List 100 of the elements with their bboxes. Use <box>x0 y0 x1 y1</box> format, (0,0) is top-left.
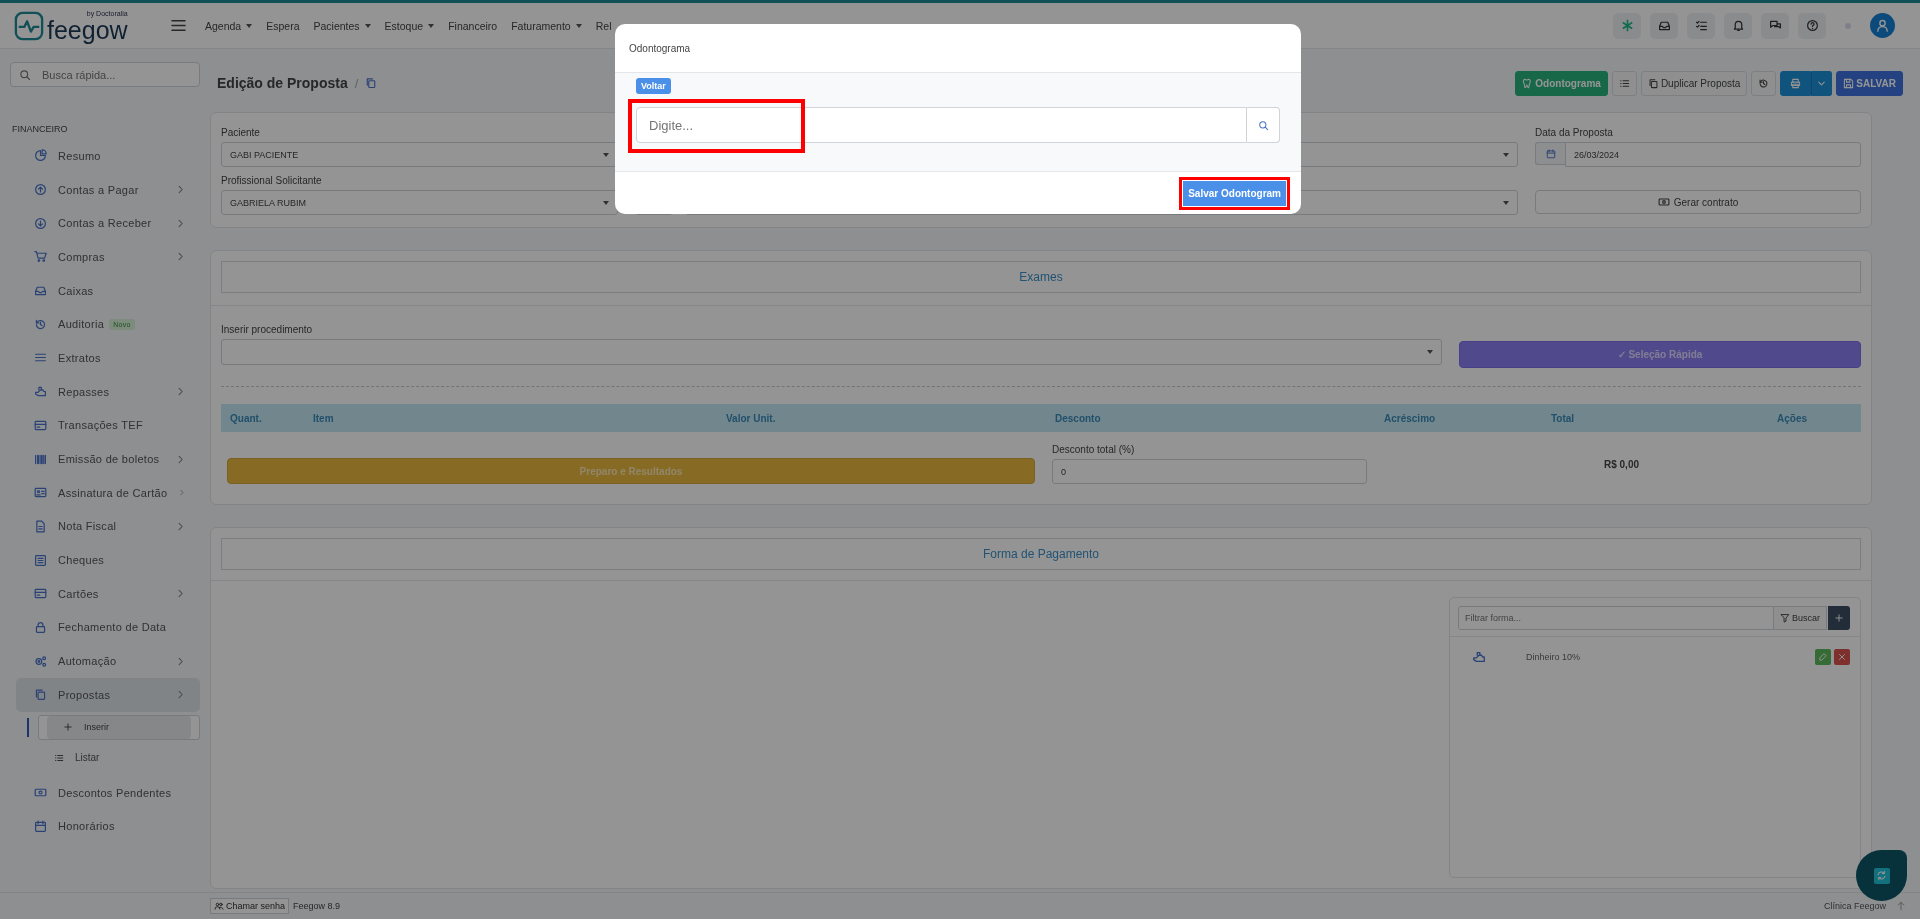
search-button[interactable]: Buscar <box>1774 606 1827 630</box>
chevron-right-icon[interactable] <box>175 217 186 229</box>
chevron-right-icon[interactable] <box>175 655 186 667</box>
modal-title: Odontograma <box>629 42 691 54</box>
search-field[interactable]: Busca rápida... <box>10 62 200 87</box>
sidebar-item[interactable]: Nota Fiscal <box>58 520 117 533</box>
star-icon <box>1620 19 1634 32</box>
odontograma-button[interactable]: Odontograma <box>1515 70 1608 96</box>
save-odontogram-button[interactable]: Salvar Odontogram <box>1183 180 1286 206</box>
chevron-right-icon[interactable] <box>175 184 186 196</box>
gears-icon <box>34 654 47 668</box>
field-label: Inserir procedimento <box>221 324 314 336</box>
chevron-right-icon[interactable] <box>175 386 186 398</box>
column-header: Item <box>313 412 335 424</box>
sidebar-item[interactable]: Cheques <box>58 554 105 567</box>
people-icon <box>214 901 224 911</box>
sidebar-item[interactable]: Assinatura de Cartão <box>58 486 168 499</box>
sidebar-item[interactable]: Auditoria <box>58 318 105 331</box>
sidebar-item[interactable]: Repasses <box>58 385 110 398</box>
tray-button[interactable] <box>1650 12 1678 39</box>
nav-menu-item[interactable]: Rel <box>588 19 619 32</box>
nav-menu-item[interactable]: Pacientes <box>306 19 378 32</box>
sidebar-item[interactable]: Emissão de boletos <box>58 453 160 466</box>
procedure-select[interactable] <box>221 339 1442 365</box>
user-avatar[interactable] <box>1870 13 1895 38</box>
chevron-right-icon[interactable] <box>175 689 186 701</box>
nav-menu-item[interactable]: Espera <box>259 19 307 32</box>
bell-icon <box>1731 19 1745 32</box>
duplicate-button[interactable]: Duplicar Proposta <box>1640 70 1748 96</box>
sidebar-subitem[interactable]: Listar <box>38 742 200 773</box>
history-icon <box>34 317 47 331</box>
search-button[interactable] <box>1247 107 1280 143</box>
nav-menu-item[interactable]: Estoque <box>377 19 442 32</box>
print-button[interactable] <box>1780 70 1812 96</box>
call-password-button[interactable]: Chamar senha <box>210 898 290 914</box>
bell-button[interactable] <box>1724 12 1752 39</box>
chevron-right-icon[interactable] <box>175 520 186 532</box>
chevron-right-icon[interactable] <box>175 588 186 600</box>
field-label: Profissional Solicitante <box>221 175 323 187</box>
sidebar-item[interactable]: Compras <box>58 250 105 263</box>
field-label: Desconto total (%) <box>1052 444 1136 456</box>
cart-icon <box>34 250 47 264</box>
date-field[interactable]: 26/03/2024 <box>1565 142 1861 167</box>
sidebar-subitem[interactable]: Inserir <box>47 715 191 739</box>
sidebar-item[interactable]: Transações TEF <box>58 419 143 432</box>
star-button[interactable] <box>1613 12 1641 39</box>
copy-icon[interactable] <box>365 77 378 89</box>
user-icon <box>1875 18 1890 33</box>
chat-button[interactable] <box>1761 12 1789 39</box>
question-button[interactable] <box>1798 12 1826 39</box>
sidebar-item[interactable]: Contas a Pagar <box>58 183 139 196</box>
nav-menu-item[interactable]: Faturamento <box>504 19 589 32</box>
list-button[interactable] <box>1611 70 1637 96</box>
sidebar-item[interactable]: Descontos Pendentes <box>58 786 172 799</box>
arrow-up-icon[interactable] <box>1896 901 1906 911</box>
breadcrumb-separator: / <box>354 75 359 91</box>
version-text: Feegow 8.9 <box>293 901 341 911</box>
sync-icon <box>1873 867 1890 884</box>
generate-contract-button[interactable]: Gerar contrato <box>1535 190 1861 214</box>
add-button[interactable] <box>1828 606 1850 630</box>
select-field[interactable]: GABRIELA RUBIM <box>221 190 618 215</box>
discount-field[interactable]: 0 <box>1052 459 1367 484</box>
sidebar-item[interactable]: Extratos <box>58 351 101 364</box>
sidebar-item[interactable]: Fechamento de Data <box>58 621 167 634</box>
logo-wordmark: feegow <box>47 17 128 42</box>
back-badge[interactable]: Voltar <box>636 78 671 94</box>
save-button[interactable]: SALVAR <box>1836 70 1903 96</box>
menu-icon[interactable] <box>171 18 186 33</box>
chat-icon <box>1768 19 1782 32</box>
sidebar-item[interactable]: Cartões <box>58 587 99 600</box>
sidebar-item[interactable]: Caixas <box>58 284 94 297</box>
column-header: Ações <box>1777 412 1808 424</box>
nav-menu-item[interactable]: Financeiro <box>441 19 505 32</box>
delete-button[interactable] <box>1834 649 1850 665</box>
sidebar-item[interactable]: Resumo <box>58 149 101 162</box>
bullet-list-icon <box>54 752 64 763</box>
print-options-button[interactable] <box>1811 70 1833 96</box>
nav-menu-item[interactable]: Agenda <box>198 19 260 32</box>
column-header: Quant. <box>230 412 263 424</box>
sidebar-item[interactable]: Propostas <box>58 688 111 701</box>
section-title: Exames <box>221 261 1861 293</box>
chevron-right-icon[interactable] <box>175 453 186 465</box>
column-header: Valor Unit. <box>726 412 777 424</box>
checklist-icon <box>1694 19 1708 32</box>
sidebar-item[interactable]: Honorários <box>58 820 115 833</box>
sidebar-item[interactable]: Contas a Receber <box>58 217 152 230</box>
filter-field[interactable]: Filtrar forma... <box>1458 606 1774 630</box>
chevron-right-icon[interactable] <box>175 251 186 263</box>
column-header: Desconto <box>1055 412 1102 424</box>
section-title: Forma de Pagamento <box>221 538 1861 570</box>
pie-chart-icon <box>34 149 47 163</box>
search-field[interactable]: Digite... <box>636 107 1247 143</box>
cash-icon <box>1657 196 1670 208</box>
subitem-label: Inserir <box>84 722 109 733</box>
edit-button[interactable] <box>1815 649 1831 665</box>
checklist-button[interactable] <box>1687 12 1715 39</box>
sidebar-item[interactable]: Automação <box>58 655 117 668</box>
history-button[interactable] <box>1751 70 1777 96</box>
select-field[interactable]: GABI PACIENTE <box>221 142 618 167</box>
card-icon <box>34 587 47 601</box>
